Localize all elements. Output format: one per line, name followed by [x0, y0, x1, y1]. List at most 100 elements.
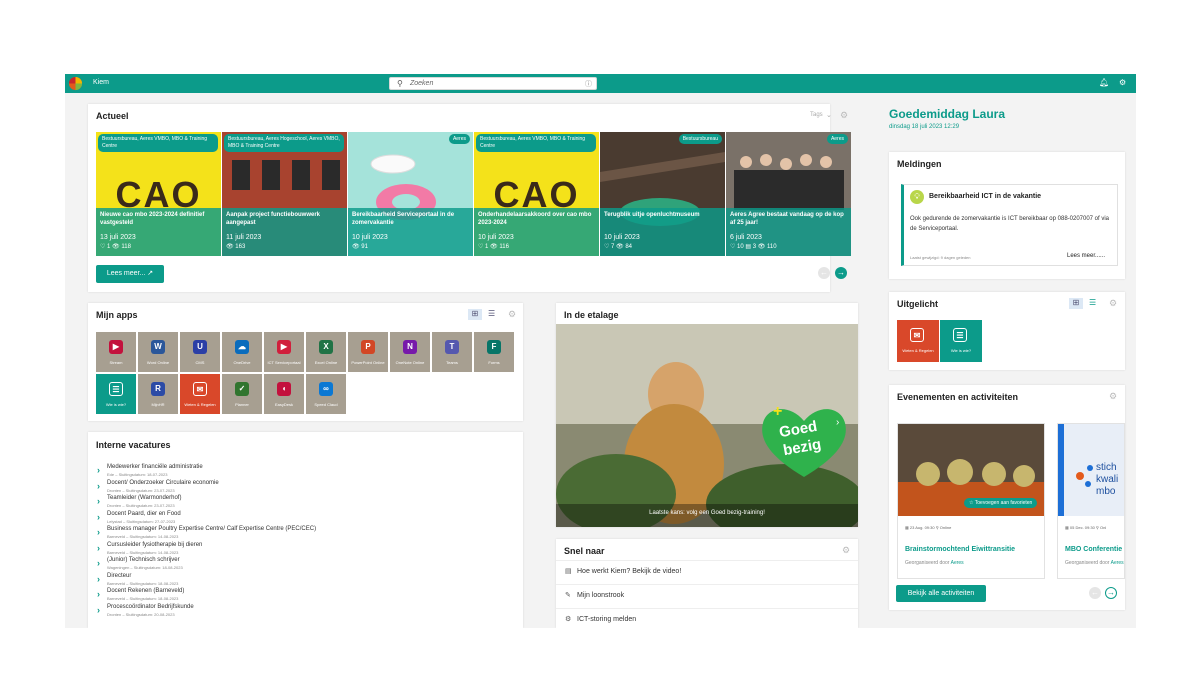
quicklink-item[interactable]: ✎ Mijn loonstrook [556, 584, 858, 608]
vacature-item[interactable]: › Docent Rekenen (Barneveld) Barneveld – S… [96, 588, 516, 603]
vacature-title[interactable]: Docent Rekenen (Barneveld) [107, 588, 184, 594]
news-title: Nieuwe cao mbo 2023-2024 definitief vast… [100, 212, 205, 226]
kiem-intranet: Kiem ⚲ Zoeken ⓘ 🔔︎ ⚙ Actueel Tags ⌄ ⚙ CA… [65, 74, 1136, 628]
melding-lees-meer-link[interactable]: Lees meer...... [1067, 253, 1105, 259]
app-tile[interactable]: ▶ Stream [96, 332, 136, 372]
event-organizer: Georganiseerd door Aeres [905, 560, 964, 566]
favorite-label: Toevoegen aan favorieten [974, 500, 1033, 506]
featured-icon: ✉ [910, 328, 924, 342]
grid-view-icon[interactable]: ⊞ [1069, 298, 1083, 309]
app-label: Word Online [146, 360, 170, 365]
news-item[interactable]: CAO Bestuursbureau, Aeres VMBO, MBO & Tr… [96, 132, 221, 256]
settings-gear-icon[interactable]: ⚙ [1109, 391, 1117, 402]
brand-name[interactable]: Kiem [93, 79, 109, 86]
vacature-title[interactable]: (Junior) Technisch schrijver [107, 557, 180, 563]
app-tile[interactable]: ▶ ICT Serviceportaal [264, 332, 304, 372]
news-item[interactable]: Aeres Bereikbaarheid Serviceportaal in d… [348, 132, 473, 256]
vacature-title[interactable]: Teamleider (Warmonderhof) [107, 495, 181, 501]
quicklink-item[interactable]: ⚙ ICT-storing melden [556, 608, 858, 628]
vacature-item[interactable]: › Cursusleider fysiotherapie bij dieren Ba… [96, 542, 516, 557]
vacature-item[interactable]: › Directeur Barneveld – Sluitingsdatum: 18… [96, 573, 516, 588]
app-tile[interactable]: ∞ Speed Claud [306, 374, 346, 414]
external-link-icon: ↗ [147, 270, 154, 277]
news-item[interactable]: CAO Bestuursbureau, Aeres VMBO, MBO & Tr… [474, 132, 599, 256]
organizer-name[interactable]: Aeres [951, 560, 964, 566]
app-tile[interactable]: ◖ EasyDesk [264, 374, 304, 414]
next-arrow-icon[interactable]: → [1105, 587, 1117, 599]
tags-filter[interactable]: Tags [810, 112, 823, 118]
app-tile[interactable]: ✉ Weten & Regelen [180, 374, 220, 414]
vacature-item[interactable]: › Docent Paard, dier en Food Lelystad – Sl… [96, 511, 516, 526]
app-tile[interactable]: W Word Online [138, 332, 178, 372]
vacature-title[interactable]: Docent Paard, dier en Food [107, 511, 181, 517]
vacature-title[interactable]: Business manager Poultry Expertise Centr… [107, 526, 316, 532]
kiem-logo-icon[interactable] [68, 76, 83, 91]
search-input[interactable]: Zoeken [410, 80, 433, 87]
vacature-title[interactable]: Cursusleider fysiotherapie bij dieren [107, 542, 202, 548]
vacature-title[interactable]: Directeur [107, 573, 131, 579]
vacature-item[interactable]: › Medewerker financiële administratie Ede … [96, 464, 516, 479]
favorite-badge[interactable]: ☆ Toevoegen aan favorieten [964, 498, 1038, 508]
lees-meer-button[interactable]: Lees meer... ↗ [96, 265, 164, 283]
next-arrow-icon[interactable]: → [835, 267, 847, 279]
melding-item[interactable]: 💡︎ Bereikbaarheid ICT in de vakantie Ook… [901, 184, 1118, 266]
news-stats: ♡ 10 ▤ 3 👁 110 [730, 244, 777, 250]
news-tag: Bestuursbureau, Aeres VMBO, MBO & Traini… [98, 134, 218, 152]
news-title: Onderhandelaarsakkoord over cao mbo 2023… [478, 212, 592, 226]
vacature-item[interactable]: › Teamleider (Warmonderhof) Dronten – Slui… [96, 495, 516, 510]
app-tile[interactable]: P PowerPoint Online [348, 332, 388, 372]
app-tile[interactable]: T Teams [432, 332, 472, 372]
event-title[interactable]: MBO Conferentie [1065, 546, 1122, 553]
organizer-prefix: Georganiseerd door [905, 560, 950, 566]
chevron-down-icon[interactable]: ⌄ [826, 111, 832, 119]
news-title: Aanpak project functiebouwwerk aangepast [226, 212, 321, 226]
bell-icon[interactable]: 🔔︎ [1099, 78, 1109, 87]
settings-gear-icon[interactable]: ⚙ [840, 110, 848, 121]
app-tile[interactable]: X Excel Online [306, 332, 346, 372]
vacature-item[interactable]: › Business manager Poultry Expertise Cent… [96, 526, 516, 541]
app-tile[interactable]: ☁ OneDrive [222, 332, 262, 372]
money-icon: ✎ [565, 592, 571, 599]
quicklink-label: Mijn loonstrook [577, 592, 625, 599]
settings-gear-icon[interactable]: ⚙ [842, 545, 850, 556]
vacature-sub: Lelystad – Sluitingsdatum: 27-07-2023 [107, 518, 176, 524]
chevron-right-icon[interactable]: › [836, 417, 839, 428]
vacature-item[interactable]: › Docent/ Onderzoeker Circulaire economie… [96, 480, 516, 495]
app-tile[interactable]: F Forms [474, 332, 514, 372]
featured-icon: ☰ [953, 328, 967, 342]
featured-tile[interactable]: ✉ Weten & Regelen [897, 320, 939, 362]
gear-icon[interactable]: ⚙ [1119, 78, 1126, 87]
event-card[interactable]: ☆ Toevoegen aan favorieten ▦ 23 Aug. 09:… [897, 423, 1045, 579]
event-card[interactable]: stich kwali mbo ▦ 05 Dec. 09:30 ⚲ Onl MB… [1057, 423, 1125, 579]
quicklink-item[interactable]: ▤ Hoe werkt Kiem? Bekijk de video! [556, 560, 858, 584]
settings-gear-icon[interactable]: ⚙ [508, 309, 516, 320]
news-item[interactable]: Aeres Aeres Agree bestaat vandaag op de … [726, 132, 851, 256]
previous-arrow-icon[interactable]: ← [818, 267, 830, 279]
vacature-title[interactable]: Medewerker financiële administratie [107, 464, 203, 470]
app-tile[interactable]: N OneNote Online [390, 332, 430, 372]
app-tile[interactable]: ✓ Planner [222, 374, 262, 414]
search-box[interactable]: ⚲ Zoeken ⓘ [389, 77, 597, 90]
list-view-icon[interactable]: ☰ [488, 309, 495, 318]
app-icon: U [193, 340, 207, 354]
vacature-item[interactable]: › (Junior) Technisch schrijver Wageningen … [96, 557, 516, 572]
grid-view-icon[interactable]: ⊞ [468, 309, 482, 320]
list-view-icon[interactable]: ☰ [1089, 298, 1096, 307]
app-tile[interactable]: ☰ Wie is wie? [96, 374, 136, 414]
app-tile[interactable]: R MijnHR [138, 374, 178, 414]
featured-tile[interactable]: ☰ Wie is wie? [940, 320, 982, 362]
vacature-title[interactable]: Docent/ Onderzoeker Circulaire economie [107, 480, 219, 486]
previous-arrow-icon[interactable]: ← [1089, 587, 1101, 599]
vacature-item[interactable]: › Procescoördinator Bedrijfskunde Dronten … [96, 604, 516, 619]
event-title[interactable]: Brainstormochtend Eiwittransitie [905, 546, 1015, 553]
organizer-name[interactable]: Aeres [1111, 560, 1124, 566]
news-item[interactable]: Bestuursbureau, Aeres Hogeschool, Aeres … [222, 132, 347, 256]
app-tile[interactable]: U CMS [180, 332, 220, 372]
vacature-title[interactable]: Procescoördinator Bedrijfskunde [107, 604, 194, 610]
settings-gear-icon[interactable]: ⚙ [1109, 298, 1117, 309]
news-item[interactable]: Bestuursbureau Terugblik uitje openlucht… [600, 132, 725, 256]
all-activities-button[interactable]: Bekijk alle activiteiten [896, 585, 986, 602]
info-icon[interactable]: ⓘ [585, 79, 592, 89]
app-label: ICT Serviceportaal [267, 360, 301, 365]
etalage-caption: Laatste kans: volg een Goed bezig-traini… [649, 510, 765, 516]
